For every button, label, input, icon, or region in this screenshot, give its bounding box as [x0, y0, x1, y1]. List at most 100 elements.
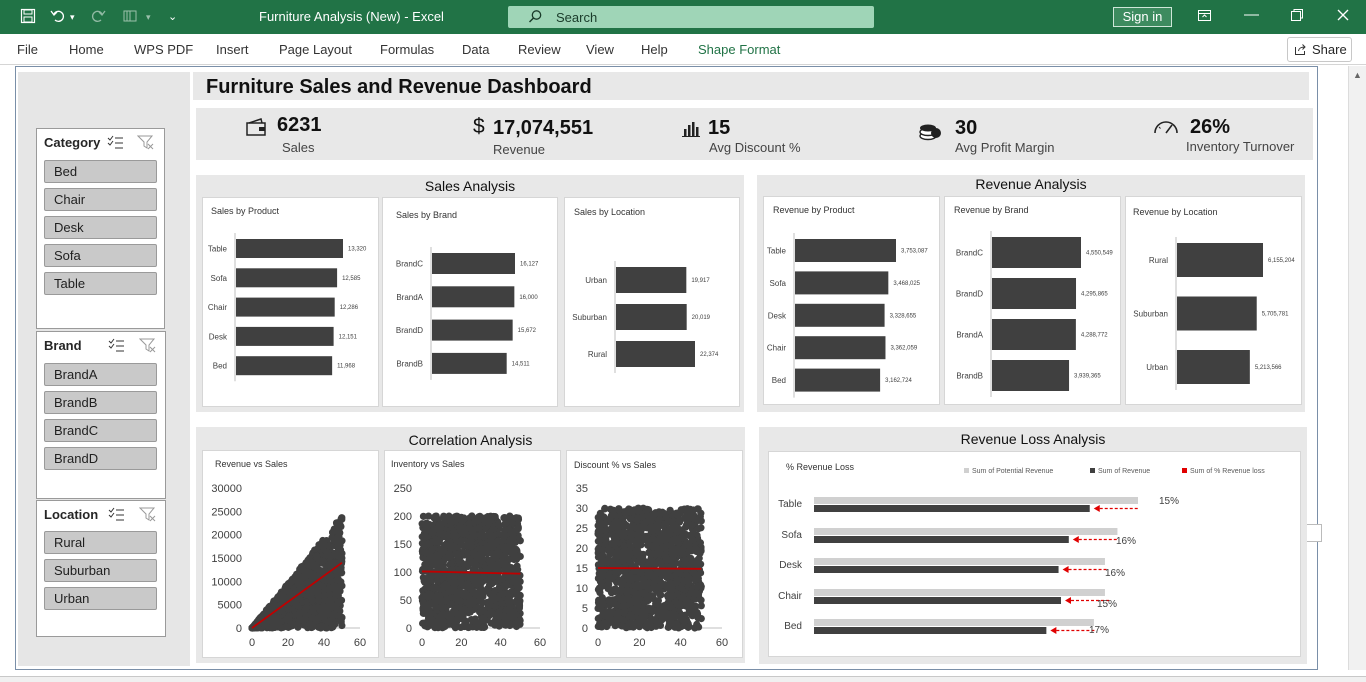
slicer-item-sofa[interactable]: Sofa	[44, 244, 157, 267]
scatter-point	[429, 584, 437, 592]
discount-vs-sales-chart[interactable]: Discount % vs Sales 0 20 40 60 0 5 10 15 20 25 30 3…	[566, 450, 743, 658]
slicer-item-brandc[interactable]: BrandC	[44, 419, 157, 442]
form-icon[interactable]	[122, 8, 138, 28]
search-box[interactable]: Search	[508, 6, 874, 28]
ribbon-display-options-icon[interactable]	[1197, 8, 1212, 27]
clear-filter-icon[interactable]	[136, 135, 154, 155]
slicer-item-brandb[interactable]: BrandB	[44, 391, 157, 414]
category-label: Table	[778, 499, 802, 510]
customize-quick-access-icon[interactable]: ⌄	[168, 10, 177, 23]
revenue-loss-chart[interactable]: % Revenue Loss Sum of Potential Revenue S…	[768, 451, 1301, 657]
dashboard-title-box[interactable]: Furniture Sales and Revenue Dashboard	[193, 72, 1309, 100]
scatter-point	[512, 588, 520, 596]
share-button[interactable]: Share	[1287, 37, 1352, 62]
tab-insert[interactable]: Insert	[216, 42, 249, 57]
kpi-band: 6231 Sales $ 17,074,551 Revenue 15 Avg D…	[196, 108, 1313, 160]
bar-chart-plot: Rural 6,155,204 Suburban 5,705,781 Urban 5,21…	[1133, 237, 1295, 390]
slicer-item-branda[interactable]: BrandA	[44, 363, 157, 386]
location-slicer[interactable]: Location Rural Suburban Urban	[36, 500, 166, 637]
scatter-point	[443, 594, 451, 603]
clear-filter-icon[interactable]	[138, 507, 156, 527]
form-dropdown-icon[interactable]: ▾	[146, 12, 151, 23]
scatter-point	[612, 601, 621, 609]
tab-shape-format[interactable]: Shape Format	[698, 42, 780, 57]
scroll-up-icon[interactable]: ▲	[1353, 70, 1362, 80]
revenue-vs-sales-chart[interactable]: Revenue vs Sales 0 20 40 60 0 5000 10000 15000 2…	[202, 450, 379, 658]
scatter-point	[280, 593, 289, 601]
close-icon[interactable]	[1336, 8, 1350, 26]
scatter-point	[594, 537, 602, 545]
undo-dropdown-icon[interactable]: ▾	[70, 12, 75, 23]
sales-by-product-chart[interactable]: Sales by Product Table 13,320 Sofa 12,585 Ch…	[202, 197, 379, 407]
y-tick-label: 25000	[211, 506, 242, 518]
multi-select-icon[interactable]	[108, 338, 125, 358]
revenue-by-brand-chart[interactable]: Revenue by Brand BrandC 4,550,549 BrandD 4,…	[944, 196, 1121, 405]
scatter-point	[447, 541, 455, 550]
shape-resize-handle[interactable]	[1305, 524, 1322, 542]
save-icon[interactable]	[20, 8, 36, 28]
data-label: 3,362,059	[890, 346, 917, 352]
scatter-point	[594, 527, 602, 536]
tab-formulas[interactable]: Formulas	[380, 42, 434, 57]
slicer-item-bed[interactable]: Bed	[44, 160, 157, 183]
slicer-item-rural[interactable]: Rural	[44, 531, 157, 554]
category-slicer-title: Category	[44, 135, 101, 150]
tab-data[interactable]: Data	[462, 42, 489, 57]
tab-home[interactable]: Home	[69, 42, 104, 57]
scatter-point	[441, 517, 449, 525]
brand-slicer[interactable]: Brand BrandA BrandB BrandC BrandD	[36, 331, 166, 499]
slicer-item-table[interactable]: Table	[44, 272, 157, 295]
y-tick-label: 50	[400, 595, 412, 607]
scatter-point	[642, 622, 650, 631]
horizontal-scrollbar[interactable]	[0, 676, 1366, 682]
scatter-point	[424, 540, 432, 548]
sales-by-location-chart[interactable]: Sales by Location Urban 19,917 Suburban 20,…	[564, 197, 740, 407]
scatter-point	[607, 512, 615, 520]
slicer-item-urban[interactable]: Urban	[44, 587, 157, 610]
minimize-icon[interactable]: —	[1244, 6, 1259, 23]
scatter-point	[308, 574, 317, 583]
clear-filter-icon[interactable]	[138, 338, 156, 358]
scatter-point	[610, 520, 618, 528]
scatter-point	[466, 623, 474, 631]
slicer-item-suburban[interactable]: Suburban	[44, 559, 157, 582]
scatter-point	[509, 578, 517, 586]
redo-icon[interactable]	[90, 8, 106, 28]
scatter-point	[333, 605, 341, 613]
tab-wps-pdf[interactable]: WPS PDF	[134, 42, 193, 57]
multi-select-icon[interactable]	[108, 507, 125, 527]
inventory-vs-sales-chart[interactable]: Inventory vs Sales 0 20 40 60 0 50 100 150 200 25…	[384, 450, 561, 658]
tab-file[interactable]: File	[17, 42, 38, 57]
scatter-point	[599, 551, 607, 559]
sales-by-brand-chart[interactable]: Sales by Brand BrandC 16,127 BrandA 16,000 B…	[382, 197, 558, 407]
slicer-item-desk[interactable]: Desk	[44, 216, 157, 239]
scatter-point	[613, 552, 621, 561]
scatter-point	[673, 511, 682, 519]
tab-view[interactable]: View	[586, 42, 614, 57]
slicer-item-brandd[interactable]: BrandD	[44, 447, 157, 470]
bar	[616, 267, 687, 293]
revenue-by-location-chart[interactable]: Revenue by Location Rural 6,155,204 Suburb…	[1125, 196, 1302, 405]
category-label: BrandD	[956, 290, 983, 299]
multi-select-icon[interactable]	[107, 135, 124, 155]
scatter-point	[695, 554, 703, 562]
scatter-point	[313, 552, 321, 560]
bar	[1177, 296, 1257, 331]
tab-help[interactable]: Help	[641, 42, 668, 57]
vertical-scrollbar[interactable]: ▲	[1348, 66, 1366, 670]
slicer-item-chair[interactable]: Chair	[44, 188, 157, 211]
coins-icon	[919, 121, 943, 146]
scatter-point	[419, 512, 428, 520]
category-slicer[interactable]: Category Bed Chair Desk Sofa Table	[36, 128, 165, 329]
section-title: Revenue Loss Analysis	[960, 431, 1106, 447]
scatter-point	[494, 560, 502, 569]
revenue-by-product-chart[interactable]: Revenue by Product Table 3,753,087 Sofa 3,4…	[763, 196, 940, 405]
scatter-point	[480, 545, 488, 553]
sign-in-button[interactable]: Sign in	[1113, 7, 1172, 27]
restore-icon[interactable]	[1290, 8, 1304, 26]
tab-page-layout[interactable]: Page Layout	[279, 42, 352, 57]
scatter-point	[640, 614, 648, 622]
undo-icon[interactable]	[50, 8, 66, 28]
tab-review[interactable]: Review	[518, 42, 561, 57]
trendline	[597, 567, 702, 570]
